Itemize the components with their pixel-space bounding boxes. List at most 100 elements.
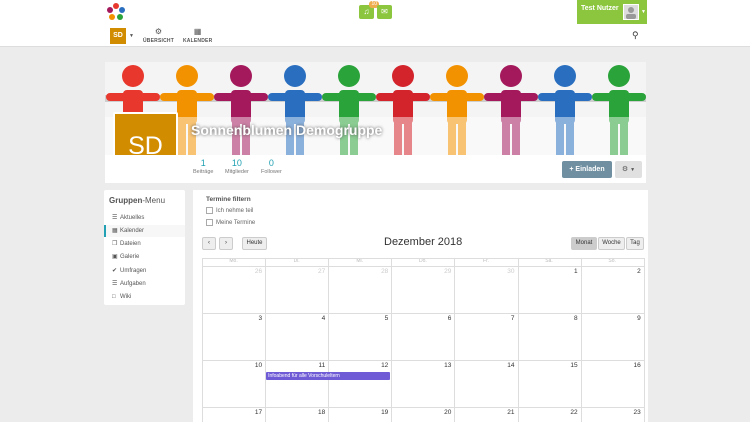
day-cell-number[interactable]: 14 xyxy=(495,362,514,369)
day-cell-number[interactable]: 28 xyxy=(368,268,388,275)
user-menu[interactable]: Test Nutzer ▼ xyxy=(577,0,647,24)
sidebar-item-aktuelles[interactable]: ☰ Aktuelles xyxy=(104,212,185,224)
search-icon[interactable]: ⚲ xyxy=(632,30,639,41)
nav-calendar-label: KALENDER xyxy=(183,38,213,44)
day-cell-number[interactable]: 6 xyxy=(431,315,452,322)
user-name: Test Nutzer xyxy=(581,5,619,12)
weekday-header: Sa. xyxy=(545,258,553,264)
messages-button[interactable]: ✉ xyxy=(377,5,392,19)
chevron-left-icon: ‹ xyxy=(208,240,210,246)
weekday-header: Do. xyxy=(418,258,427,264)
day-cell-number[interactable]: 23 xyxy=(621,409,640,416)
stat-followers-label: Follower xyxy=(261,169,282,175)
day-cell-number[interactable]: 5 xyxy=(368,315,389,322)
nav-dashboard-label: ÜBERSICHT xyxy=(143,38,174,44)
day-cell-number[interactable]: 4 xyxy=(305,315,326,322)
chevron-right-icon: › xyxy=(225,240,227,246)
day-cell-number[interactable]: 26 xyxy=(242,268,262,275)
prev-month-button[interactable]: ‹ xyxy=(202,237,216,250)
day-cell-number[interactable]: 10 xyxy=(242,362,262,369)
envelope-icon: ✉ xyxy=(381,7,388,16)
nav-bar: SD ▼ ⚙ ÜBERSICHT ▦ KALENDER ⚲ xyxy=(0,24,750,47)
stat-followers[interactable]: 0 Follower xyxy=(261,158,282,175)
stat-members[interactable]: 10 Mitglieder xyxy=(225,158,249,175)
tasks-icon: ☰ xyxy=(112,281,118,287)
stat-members-label: Mitglieder xyxy=(225,169,249,175)
stat-members-value: 10 xyxy=(231,158,242,168)
checkbox[interactable] xyxy=(206,207,213,214)
view-day-button[interactable]: Tag xyxy=(626,237,644,250)
weekday-header: Di. xyxy=(293,258,300,264)
sidebar-item-umfragen[interactable]: ✔ Umfragen xyxy=(104,265,185,277)
grid-line xyxy=(202,407,644,408)
space-chooser[interactable]: SD xyxy=(110,28,126,44)
day-cell-number[interactable]: 3 xyxy=(242,315,262,322)
weekday-header: So. xyxy=(608,258,616,264)
filter-option-my-events[interactable]: Meine Termine xyxy=(206,219,255,226)
book-icon: □ xyxy=(112,294,116,300)
day-cell-number[interactable]: 7 xyxy=(495,315,515,322)
invite-button-label: Einladen xyxy=(575,166,605,173)
calendar-panel: ‹ › Heute Dezember 2018 Monat Woche Tag … xyxy=(193,232,648,422)
sidebar-item-wiki[interactable]: □ Wiki xyxy=(104,291,185,303)
day-cell-number[interactable]: 29 xyxy=(431,268,451,275)
day-cell-number[interactable]: 20 xyxy=(431,409,451,416)
invite-button[interactable]: + Einladen xyxy=(562,161,612,178)
user-avatar xyxy=(623,4,639,20)
day-cell-number[interactable]: 11 xyxy=(305,362,325,369)
day-cell-number[interactable]: 9 xyxy=(621,315,641,322)
grid-line xyxy=(265,258,267,422)
view-month-button[interactable]: Monat xyxy=(571,237,597,250)
view-week-button[interactable]: Woche xyxy=(598,237,625,250)
calendar-event[interactable]: Infoabend für alle Vorschuleltern xyxy=(266,372,391,380)
top-bar: ♫ 10 ✉ Test Nutzer ▼ xyxy=(0,0,750,24)
stat-posts-value: 1 xyxy=(200,158,206,168)
day-cell-number[interactable]: 15 xyxy=(558,362,577,369)
weekday-header: Mo. xyxy=(229,258,238,264)
next-month-button[interactable]: › xyxy=(219,237,233,250)
grid-line xyxy=(202,266,644,267)
banner-image xyxy=(105,62,646,155)
day-cell-number[interactable]: 8 xyxy=(558,315,578,322)
poll-icon: ✔ xyxy=(112,268,118,274)
dashboard-icon: ⚙ xyxy=(154,27,163,36)
sidebar-item-kalender[interactable]: ▦ Kalender xyxy=(104,225,185,237)
day-cell-number[interactable]: 22 xyxy=(558,409,577,416)
calendar-icon: ▦ xyxy=(193,27,202,36)
files-icon: ❐ xyxy=(112,241,118,247)
sidebar-item-galerie[interactable]: ▣ Galerie xyxy=(104,251,185,263)
day-cell-number[interactable]: 21 xyxy=(495,409,514,416)
nav-dashboard[interactable]: ⚙ ÜBERSICHT xyxy=(143,27,174,44)
group-banner xyxy=(105,62,646,155)
day-cell-number[interactable]: 18 xyxy=(305,409,325,416)
grid-line xyxy=(580,258,582,422)
group-settings-button[interactable]: ⚙ ▼ xyxy=(615,161,642,178)
caret-down-icon: ▼ xyxy=(630,167,636,173)
filter-option-participating[interactable]: Ich nehme teil xyxy=(206,207,253,214)
stat-posts-label: Beiträge xyxy=(193,169,214,175)
nav-calendar[interactable]: ▦ KALENDER xyxy=(183,27,212,44)
day-cell-number[interactable]: 30 xyxy=(495,268,514,275)
caret-down-icon[interactable]: ▼ xyxy=(129,33,134,39)
day-cell-number[interactable]: 13 xyxy=(431,362,451,369)
checkbox[interactable] xyxy=(206,219,213,226)
grid-line xyxy=(328,258,330,422)
day-cell-number[interactable]: 1 xyxy=(558,268,578,275)
day-cell-number[interactable]: 17 xyxy=(242,409,262,416)
day-cell-number[interactable]: 16 xyxy=(621,362,640,369)
day-cell-number[interactable]: 12 xyxy=(368,362,388,369)
calendar-icon: ▦ xyxy=(112,228,118,234)
app-logo[interactable] xyxy=(106,2,126,22)
day-cell-number[interactable]: 2 xyxy=(621,268,641,275)
day-cell-number[interactable]: 27 xyxy=(305,268,325,275)
today-button[interactable]: Heute xyxy=(242,237,267,250)
sidebar-item-dateien[interactable]: ❐ Dateien xyxy=(104,238,185,250)
stat-followers-value: 0 xyxy=(268,158,274,168)
sidebar-item-aufgaben[interactable]: ☰ Aufgaben xyxy=(104,278,185,290)
stat-posts[interactable]: 1 Beiträge xyxy=(193,158,214,175)
group-menu: Gruppen-Menu ☰ Aktuelles ▦ Kalender ❐ Datei… xyxy=(104,190,185,305)
notifications-button[interactable]: ♫ 10 xyxy=(359,1,379,19)
weekday-header: Mi. xyxy=(356,258,364,264)
grid-line xyxy=(391,258,393,422)
day-cell-number[interactable]: 19 xyxy=(368,409,388,416)
